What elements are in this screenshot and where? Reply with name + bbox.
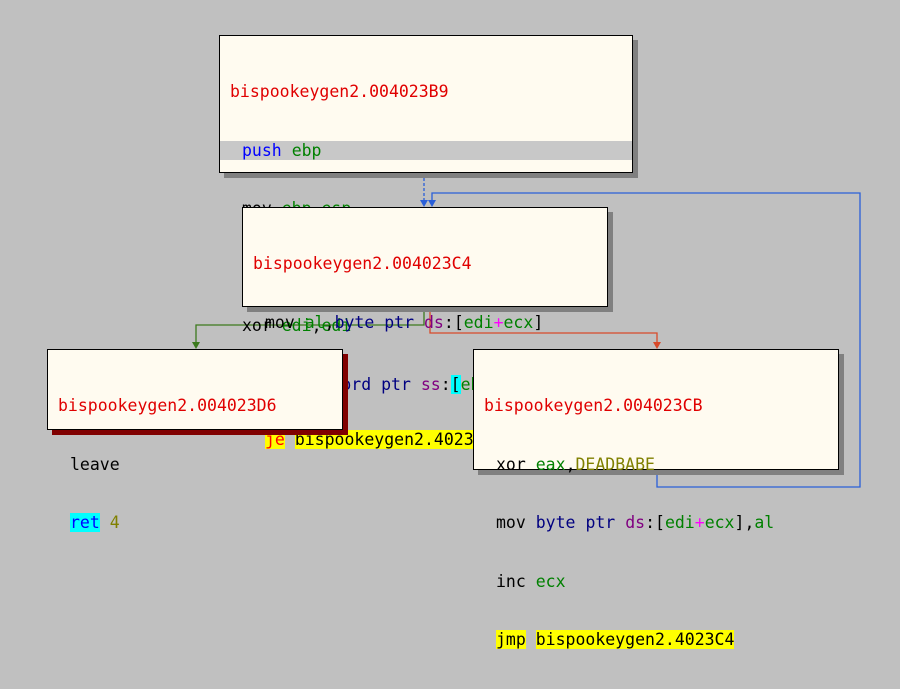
- block-entry[interactable]: bispookeygen2.004023B9 push ebp mov ebp,…: [219, 35, 633, 394]
- mnemonic: jmp: [496, 630, 526, 649]
- memory-open-bracket: [: [655, 513, 665, 532]
- block-title: bispookeygen2.004023B9: [230, 82, 449, 101]
- mnemonic: push: [242, 140, 282, 160]
- edge-loop-to-exit-arrow: [192, 342, 200, 349]
- operand-colon: :: [443, 312, 454, 332]
- cfg-graph-canvas[interactable]: bispookeygen2.004023B9 push ebp mov ebp,…: [0, 0, 900, 649]
- operand-ptr: ptr: [585, 513, 616, 532]
- block-body[interactable]: bispookeygen2.004023CB xor eax,DEADBABE …: [473, 349, 839, 649]
- instruction-line[interactable]: xor eax,DEADBABE: [474, 455, 838, 475]
- operand-segment: ds: [424, 312, 444, 332]
- operand-register: al: [304, 312, 325, 332]
- block-exit[interactable]: bispookeygen2.004023D6 leave ret 4: [47, 349, 343, 532]
- operand-plus: +: [694, 513, 705, 532]
- jump-target[interactable]: bispookeygen2.4023C4: [535, 630, 735, 649]
- mnemonic: mov: [496, 513, 526, 532]
- operand-size: byte: [334, 312, 375, 332]
- operand-colon: :: [645, 513, 655, 532]
- operand-separator: ,: [324, 312, 335, 332]
- operand-register: edi: [664, 513, 695, 532]
- edge-loop-to-body-arrow: [653, 342, 661, 349]
- instruction-line[interactable]: jmp bispookeygen2.4023C4: [474, 630, 838, 650]
- operand-register: ecx: [704, 513, 735, 532]
- operand-register: al: [754, 513, 775, 532]
- mnemonic: leave: [70, 454, 120, 474]
- operand-immediate: 4: [109, 513, 120, 532]
- operand-register: ecx: [535, 571, 566, 591]
- operand-register: eax: [535, 454, 566, 474]
- operand-register: ebp: [291, 140, 322, 160]
- memory-close-bracket: ]: [533, 312, 544, 332]
- instruction-line[interactable]: mov al,byte ptr ds:[edi+ecx]: [243, 313, 607, 333]
- operand-ptr: ptr: [384, 312, 415, 332]
- operand-register: ecx: [503, 312, 534, 332]
- mnemonic: mov: [265, 312, 295, 332]
- operand-immediate: DEADBABE: [575, 454, 655, 474]
- operand-register: edi: [463, 312, 494, 332]
- operand-plus: +: [493, 312, 504, 332]
- block-title: bispookeygen2.004023CB: [484, 396, 703, 415]
- operand-separator: ,: [744, 513, 755, 532]
- instruction-line[interactable]: push ebp: [220, 140, 632, 160]
- memory-close-bracket: ]: [734, 513, 745, 532]
- instruction-line[interactable]: inc ecx: [474, 572, 838, 592]
- instruction-line[interactable]: ret 4: [48, 513, 342, 533]
- instruction-line[interactable]: leave: [48, 455, 342, 475]
- mnemonic: inc: [496, 571, 526, 591]
- memory-open-bracket: [: [453, 312, 464, 332]
- operand-size: byte: [535, 513, 576, 532]
- operand-separator: ,: [565, 454, 576, 474]
- operand-segment: ds: [625, 513, 646, 532]
- block-title: bispookeygen2.004023C4: [253, 254, 472, 273]
- mnemonic: xor: [496, 454, 526, 474]
- instruction-line[interactable]: mov byte ptr ds:[edi+ecx],al: [474, 513, 838, 533]
- block-loop[interactable]: bispookeygen2.004023C4 mov al,byte ptr d…: [242, 207, 608, 449]
- block-title: bispookeygen2.004023D6: [58, 396, 277, 415]
- mnemonic: ret: [70, 513, 100, 532]
